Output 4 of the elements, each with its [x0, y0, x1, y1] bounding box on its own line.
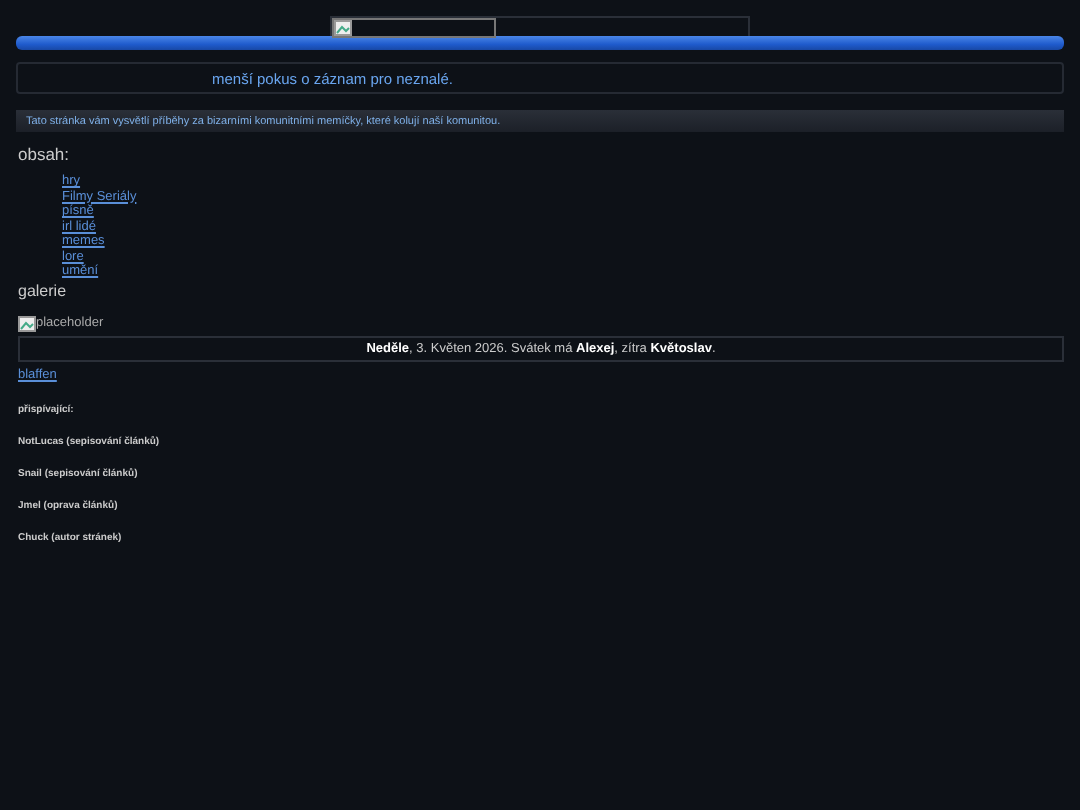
gallery-label: galerie	[18, 281, 69, 299]
contents-heading: obsah:	[18, 144, 72, 164]
broken-image-icon	[18, 315, 36, 331]
broken-image-icon	[334, 20, 352, 36]
